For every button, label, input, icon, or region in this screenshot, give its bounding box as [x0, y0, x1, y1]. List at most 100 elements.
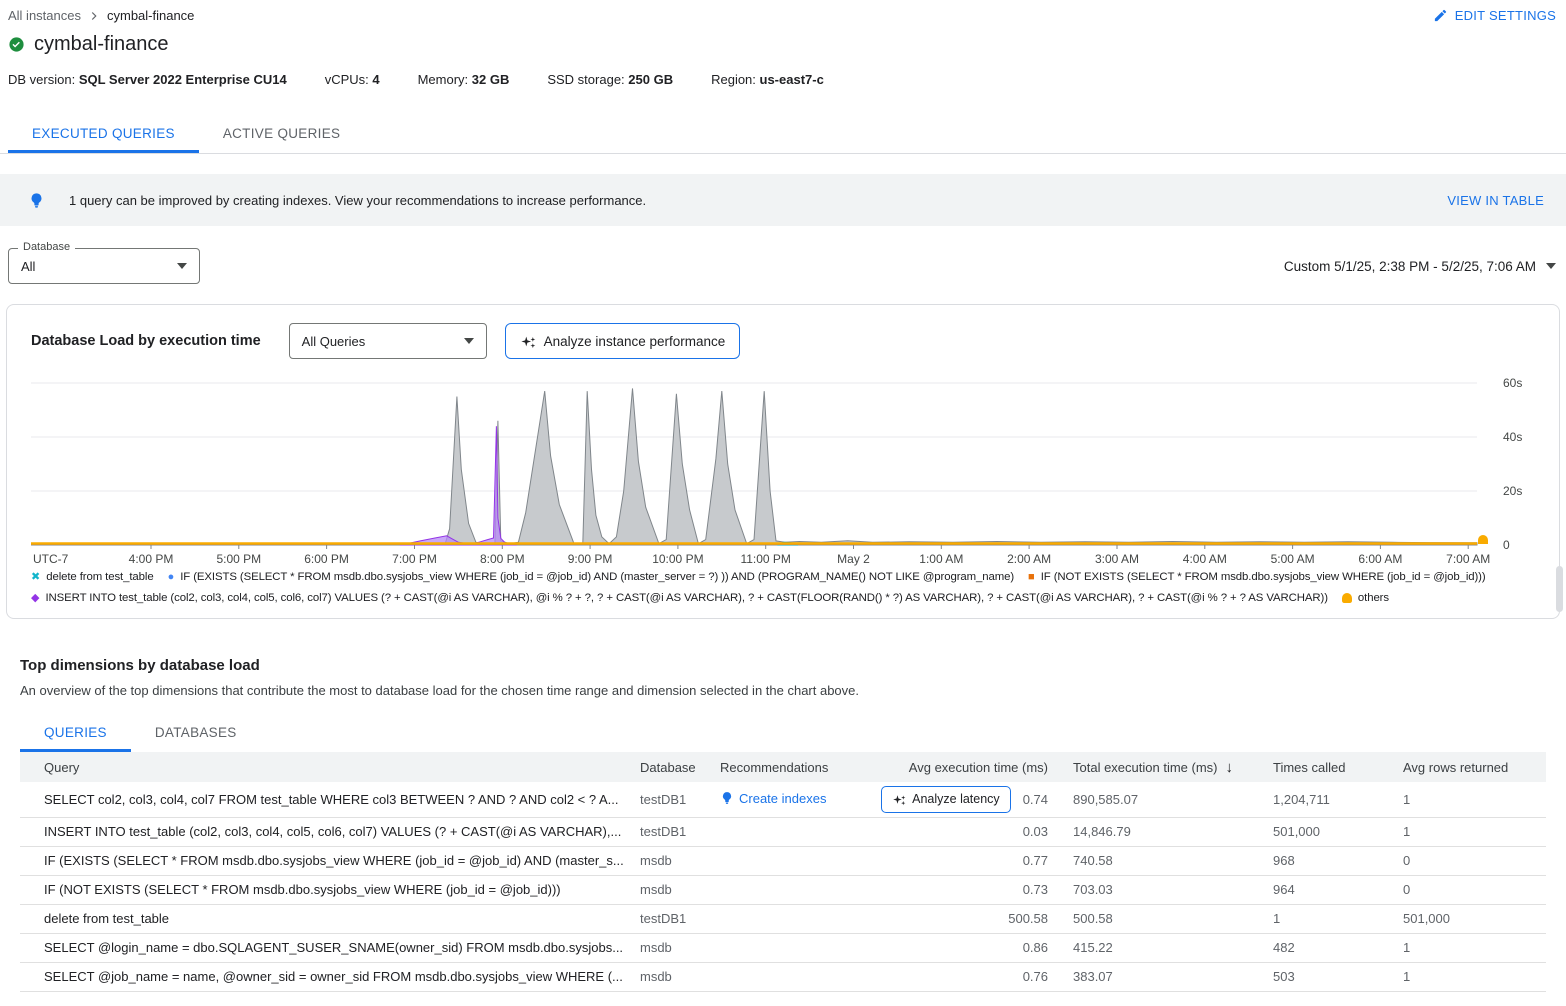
analyze-latency-button[interactable]: Analyze latency: [881, 786, 1011, 813]
recommendation-banner: 1 query can be improved by creating inde…: [0, 174, 1566, 226]
analyze-button-label: Analyze instance performance: [544, 334, 726, 349]
svg-text:1:00 AM: 1:00 AM: [919, 552, 963, 566]
top-dimensions-description: An overview of the top dimensions that c…: [20, 683, 1546, 698]
circle-marker-icon: ●: [168, 572, 175, 583]
query-cell: IF (NOT EXISTS (SELECT * FROM msdb.dbo.s…: [20, 875, 640, 904]
times-called-cell: 1: [1273, 904, 1403, 933]
svg-text:3:00 AM: 3:00 AM: [1095, 552, 1139, 566]
table-row[interactable]: IF (NOT EXISTS (SELECT * FROM msdb.dbo.s…: [20, 875, 1546, 904]
avg-execution-time-cell: 0.77: [880, 846, 1073, 875]
query-cell: SELECT @job_name = name, @owner_sid = ow…: [20, 962, 640, 991]
table-row[interactable]: delete from test_tabletestDB1500.58500.5…: [20, 904, 1546, 933]
chevron-down-icon: [464, 338, 474, 344]
filter-row: Database All Custom 5/1/25, 2:38 PM - 5/…: [8, 248, 1556, 284]
svg-text:9:00 PM: 9:00 PM: [568, 552, 613, 566]
column-header-total-execution-time-ms-[interactable]: Total execution time (ms)↓: [1073, 752, 1273, 782]
time-range-selector[interactable]: Custom 5/1/25, 2:38 PM - 5/2/25, 7:06 AM: [1284, 259, 1556, 274]
database-load-card: Database Load by execution time All Quer…: [6, 304, 1560, 619]
legend-item[interactable]: ●IF (EXISTS (SELECT * FROM msdb.dbo.sysj…: [168, 571, 1014, 583]
tab-databases[interactable]: DATABASES: [131, 712, 261, 752]
svg-text:6:00 PM: 6:00 PM: [304, 552, 349, 566]
instance-info-row: DB version: SQL Server 2022 Enterprise C…: [8, 72, 1566, 87]
svg-text:6:00 AM: 6:00 AM: [1358, 552, 1402, 566]
edit-settings-button[interactable]: EDIT SETTINGS: [1433, 8, 1556, 23]
svg-text:20s: 20s: [1503, 484, 1522, 498]
create-indexes-link[interactable]: Create indexes: [720, 791, 826, 806]
database-filter-select[interactable]: Database All: [8, 248, 200, 284]
table-row[interactable]: SELECT @login_name = dbo.SQLAGENT_SUSER_…: [20, 933, 1546, 962]
instance-info-item: Memory: 32 GB: [418, 72, 510, 87]
svg-text:5:00 PM: 5:00 PM: [216, 552, 261, 566]
database-cell: testDB1: [640, 782, 720, 817]
column-header-query[interactable]: Query: [20, 752, 640, 782]
column-header-avg-rows-returned[interactable]: Avg rows returned: [1403, 752, 1546, 782]
chart-legend: ✖delete from test_table ●IF (EXISTS (SELE…: [31, 571, 1545, 610]
column-header-database[interactable]: Database: [640, 752, 720, 782]
sort-descending-icon[interactable]: ↓: [1226, 759, 1234, 776]
svg-text:11:00 PM: 11:00 PM: [740, 552, 790, 566]
query-cell: delete from test_table: [20, 904, 640, 933]
table-row[interactable]: SELECT @job_name = name, @owner_sid = ow…: [20, 962, 1546, 991]
query-filter-select[interactable]: All Queries: [289, 323, 487, 359]
avg-rows-returned-cell: 1: [1403, 817, 1546, 846]
svg-text:May 2: May 2: [837, 552, 870, 566]
column-header-avg-execution-time-ms-[interactable]: Avg execution time (ms): [880, 752, 1073, 782]
total-execution-time-cell: 383.07: [1073, 962, 1273, 991]
dimension-tabs: QUERIES DATABASES: [20, 712, 1546, 752]
analyze-latency-label: Analyze latency: [912, 792, 1000, 806]
x-marker-icon: ✖: [31, 572, 40, 583]
query-cell: SELECT @login_name = dbo.SQLAGENT_SUSER_…: [20, 933, 640, 962]
database-load-chart[interactable]: 4:00 PM5:00 PM6:00 PM7:00 PM8:00 PM9:00 …: [31, 373, 1537, 569]
query-insights-page: All instances cymbal-finance EDIT SETTIN…: [0, 0, 1566, 1006]
avg-execution-time-value: 500.58: [1008, 911, 1048, 926]
time-range-value: Custom 5/1/25, 2:38 PM - 5/2/25, 7:06 AM: [1284, 259, 1536, 274]
legend-item[interactable]: ◆INSERT INTO test_table (col2, col3, col…: [31, 592, 1328, 604]
times-called-cell: 1,204,711: [1273, 782, 1403, 817]
edit-settings-label: EDIT SETTINGS: [1455, 8, 1556, 23]
times-called-cell: 964: [1273, 875, 1403, 904]
avg-execution-time-value: 0.76: [1023, 969, 1048, 984]
legend-scrollbar-thumb[interactable]: [1556, 566, 1563, 612]
legend-label: IF (NOT EXISTS (SELECT * FROM msdb.dbo.s…: [1041, 571, 1486, 583]
query-cell: SELECT col2, col3, col4, col7 FROM test_…: [20, 782, 640, 817]
table-row[interactable]: SELECT col2, col3, col4, col7 FROM test_…: [20, 782, 1546, 817]
total-execution-time-cell: 415.22: [1073, 933, 1273, 962]
sparkle-icon: [892, 793, 906, 806]
avg-execution-time-cell: 0.73: [880, 875, 1073, 904]
database-filter-value: All: [21, 259, 35, 274]
status-healthy-icon: [8, 36, 25, 53]
avg-rows-returned-cell: 501,000: [1403, 904, 1546, 933]
column-header-recommendations[interactable]: Recommendations: [720, 752, 880, 782]
svg-text:5:00 AM: 5:00 AM: [1271, 552, 1315, 566]
top-bar: All instances cymbal-finance EDIT SETTIN…: [0, 0, 1566, 23]
tab-executed-queries[interactable]: EXECUTED QUERIES: [8, 113, 199, 153]
breadcrumb-all-instances[interactable]: All instances: [8, 8, 81, 23]
svg-text:60s: 60s: [1503, 376, 1522, 390]
view-in-table-button[interactable]: VIEW IN TABLE: [1447, 193, 1544, 208]
diamond-marker-icon: ◆: [31, 593, 39, 604]
recommendations-cell: [720, 846, 880, 875]
legend-item[interactable]: ✖delete from test_table: [31, 571, 154, 583]
table-header-row: QueryDatabaseRecommendationsAvg executio…: [20, 752, 1546, 782]
main-tabs: EXECUTED QUERIES ACTIVE QUERIES: [0, 113, 1566, 154]
table-row[interactable]: IF (EXISTS (SELECT * FROM msdb.dbo.sysjo…: [20, 846, 1546, 875]
pencil-icon: [1433, 8, 1448, 23]
recommendations-cell: [720, 817, 880, 846]
svg-text:4:00 PM: 4:00 PM: [129, 552, 174, 566]
avg-execution-time-cell: 0.76: [880, 962, 1073, 991]
chevron-down-icon: [1546, 263, 1556, 269]
top-dimensions-section: Top dimensions by database load An overv…: [20, 657, 1546, 992]
legend-item[interactable]: ■IF (NOT EXISTS (SELECT * FROM msdb.dbo.…: [1028, 571, 1486, 583]
legend-item[interactable]: others: [1342, 592, 1389, 604]
recommendations-cell: [720, 962, 880, 991]
tab-active-queries[interactable]: ACTIVE QUERIES: [199, 113, 364, 153]
times-called-cell: 968: [1273, 846, 1403, 875]
recommendations-cell: [720, 933, 880, 962]
bulb-marker-icon: [1342, 593, 1352, 603]
table-row[interactable]: INSERT INTO test_table (col2, col3, col4…: [20, 817, 1546, 846]
analyze-instance-performance-button[interactable]: Analyze instance performance: [505, 323, 741, 359]
svg-text:7:00 PM: 7:00 PM: [392, 552, 437, 566]
tab-queries[interactable]: QUERIES: [20, 712, 131, 752]
column-header-times-called[interactable]: Times called: [1273, 752, 1403, 782]
avg-execution-time-value: 0.77: [1023, 853, 1048, 868]
